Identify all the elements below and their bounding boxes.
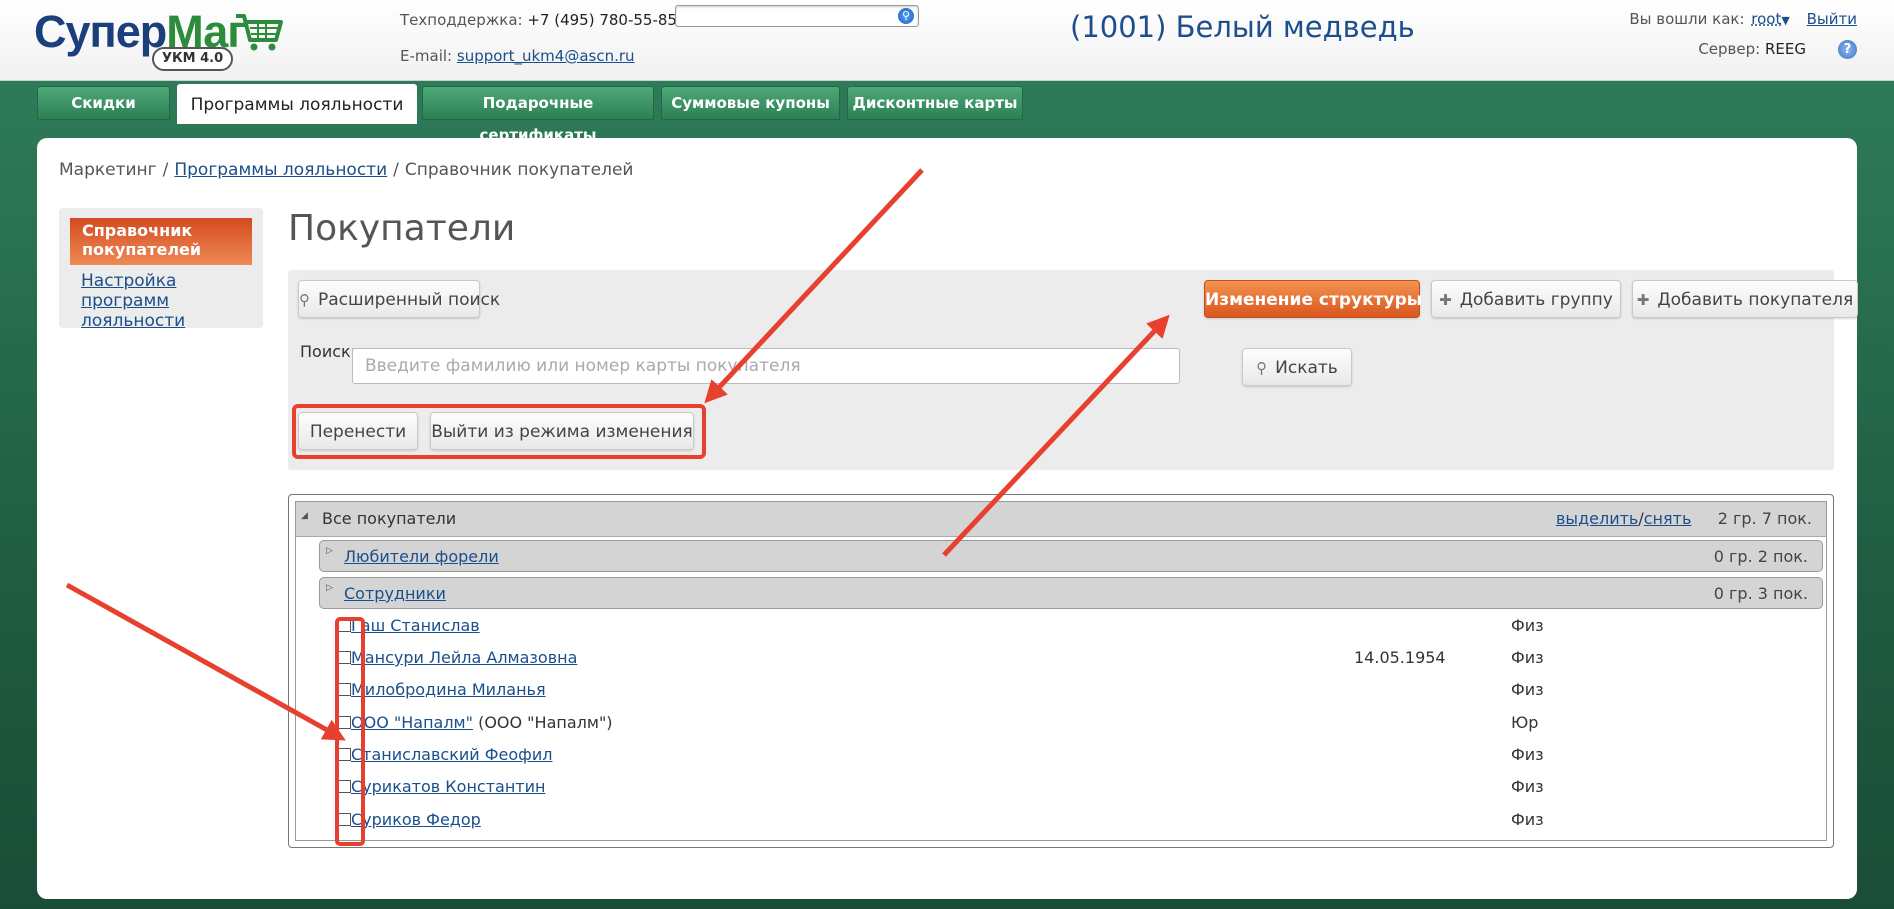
customer-checkbox[interactable]	[338, 651, 351, 664]
search-label: Поиск:	[300, 342, 357, 361]
customer-type: Физ	[1511, 680, 1544, 699]
customer-checkbox[interactable]	[338, 813, 351, 826]
tree-group-row[interactable]: ▷ Любители форели 0 гр. 2 пок.	[319, 540, 1823, 572]
exit-edit-mode-button[interactable]: Выйти из режима изменения	[430, 412, 694, 450]
sidebar-item-loyalty-settings[interactable]: Настройка программ лояльности	[81, 271, 256, 331]
customer-link[interactable]: Гаш Станислав	[351, 610, 480, 642]
customer-row: Милобродина Миланья Физ	[296, 674, 1826, 706]
customer-link[interactable]: Станиславский Феофил	[351, 739, 552, 771]
customer-link[interactable]: Сурикатов Константин	[351, 771, 545, 803]
tab-discount-cards[interactable]: Дисконтные карты	[847, 86, 1023, 120]
add-customer-button[interactable]: ✚ Добавить покупателя	[1632, 280, 1858, 318]
header-search-input[interactable]: ⚲	[675, 5, 919, 27]
plus-icon: ✚	[1439, 291, 1452, 309]
group-link[interactable]: Любители форели	[344, 541, 499, 573]
support-email-link[interactable]: support_ukm4@ascn.ru	[457, 47, 635, 65]
tab-loyalty-programs[interactable]: Программы лояльности	[177, 84, 417, 124]
server-info: Сервер: REEG	[1698, 40, 1806, 58]
main-background: Скидки Программы лояльности Подарочные с…	[0, 81, 1894, 909]
tree-root-row[interactable]: ◢ Все покупатели выделить/снять 2 гр. 7 …	[296, 502, 1826, 537]
group-link[interactable]: Сотрудники	[344, 578, 446, 610]
group-count: 0 гр. 2 пок.	[1713, 547, 1808, 566]
customer-type: Юр	[1511, 713, 1539, 732]
customer-link[interactable]: ООО "Напалм"	[351, 713, 473, 732]
customer-checkbox[interactable]	[338, 716, 351, 729]
user-menu[interactable]: root	[1751, 10, 1781, 28]
deselect-all-link[interactable]: снять	[1644, 509, 1692, 528]
advanced-search-button[interactable]: ⚲ Расширенный поиск	[298, 280, 500, 318]
page-title: Покупатели	[288, 208, 516, 249]
user-info: Вы вошли как: root▼ Выйти	[1629, 10, 1857, 28]
tree-container: ◢ Все покупатели выделить/снять 2 гр. 7 …	[295, 501, 1827, 841]
expanded-triangle-icon[interactable]: ◢	[301, 499, 308, 533]
store-title: (1001) Белый медведь	[1070, 10, 1415, 44]
customer-checkbox[interactable]	[338, 780, 351, 793]
collapsed-triangle-icon[interactable]: ▷	[326, 535, 333, 567]
select-all-link[interactable]: выделить	[1556, 509, 1638, 528]
search-icon: ⚲	[299, 291, 310, 309]
customer-checkbox[interactable]	[338, 683, 351, 696]
customer-search-input[interactable]: Введите фамилию или номер карты покупате…	[352, 348, 1180, 384]
customer-row: Мансури Лейла Алмазовна 14.05.1954 Физ	[296, 642, 1826, 674]
sidebar: Справочник покупателей Настройка програм…	[59, 208, 263, 331]
breadcrumb-root: Маркетинг	[59, 160, 157, 180]
version-badge: УКМ 4.0	[152, 47, 234, 71]
change-structure-button[interactable]: Изменение структуры	[1204, 280, 1422, 318]
customer-row: Гаш Станислав Физ	[296, 610, 1826, 642]
customer-link[interactable]: Суриков Федор	[351, 804, 481, 836]
customer-link[interactable]: Милобродина Миланья	[351, 674, 546, 706]
customer-type: Физ	[1511, 777, 1544, 796]
email-label: E-mail:	[400, 47, 453, 65]
collapsed-triangle-icon[interactable]: ▷	[326, 572, 333, 604]
tree-group-row[interactable]: ▷ Сотрудники 0 гр. 3 пок.	[319, 577, 1823, 609]
caret-down-icon[interactable]: ▼	[1781, 14, 1789, 27]
breadcrumb-current: Справочник покупателей	[404, 160, 634, 180]
tab-sum-coupons[interactable]: Суммовые купоны	[661, 86, 840, 120]
customer-full-name: (ООО "Напалм")	[472, 713, 613, 732]
customer-birthdate: 14.05.1954	[1354, 648, 1446, 667]
customer-row: Суриков Федор Физ	[296, 804, 1826, 836]
tab-gift-certificates[interactable]: Подарочные сертификаты	[422, 86, 654, 144]
support-label: Техподдержка:	[400, 11, 523, 29]
logout-link[interactable]: Выйти	[1807, 10, 1857, 28]
breadcrumb-loyalty-link[interactable]: Программы лояльности	[174, 160, 387, 180]
customer-tree: ◢ Все покупатели выделить/снять 2 гр. 7 …	[288, 494, 1834, 848]
customer-row: Станиславский Феофил Физ	[296, 739, 1826, 771]
customer-type: Физ	[1511, 810, 1544, 829]
breadcrumb: Маркетинг / Программы лояльности / Справочни…	[59, 160, 634, 180]
customer-type: Физ	[1511, 745, 1544, 764]
root-label: Все покупатели	[322, 509, 457, 528]
customer-row: Сурикатов Константин Физ	[296, 771, 1826, 803]
search-icon: ⚲	[1256, 359, 1268, 377]
customer-checkbox[interactable]	[338, 748, 351, 761]
customer-type: Физ	[1511, 616, 1544, 635]
move-button[interactable]: Перенести	[298, 412, 418, 450]
customer-row: ООО "Напалм" (ООО "Напалм") Юр	[296, 707, 1826, 739]
support-info: Техподдержка: +7 (495) 780-55-85 E-mail:…	[400, 8, 677, 65]
app-header: СуперМаг УКМ 4.0 Техподдержка: +7 (495) …	[0, 0, 1894, 81]
logged-in-label: Вы вошли как:	[1629, 10, 1745, 28]
plus-icon: ✚	[1636, 291, 1650, 309]
tab-discounts[interactable]: Скидки	[37, 86, 170, 120]
customer-link[interactable]: Мансури Лейла Алмазовна	[351, 642, 577, 674]
sidebar-item-customer-directory[interactable]: Справочник покупателей	[70, 218, 252, 265]
customer-checkbox[interactable]	[338, 619, 351, 632]
customer-type: Физ	[1511, 648, 1544, 667]
add-group-button[interactable]: ✚ Добавить группу	[1431, 280, 1621, 318]
search-icon[interactable]: ⚲	[898, 8, 914, 24]
root-count: 2 гр. 7 пок.	[1717, 509, 1812, 528]
cart-icon	[236, 14, 283, 51]
logo[interactable]: СуперМаг УКМ 4.0	[34, 6, 284, 71]
group-count: 0 гр. 3 пок.	[1713, 584, 1808, 603]
content-panel: Маркетинг / Программы лояльности / Справочни…	[37, 138, 1858, 899]
server-name: REEG	[1764, 40, 1806, 58]
search-button[interactable]: ⚲ Искать	[1242, 348, 1352, 386]
toolbar: ⚲ Расширенный поиск Изменение структуры ✚…	[288, 270, 1858, 470]
support-phone: +7 (495) 780-55-85	[527, 11, 677, 29]
help-icon[interactable]: ?	[1838, 40, 1857, 59]
